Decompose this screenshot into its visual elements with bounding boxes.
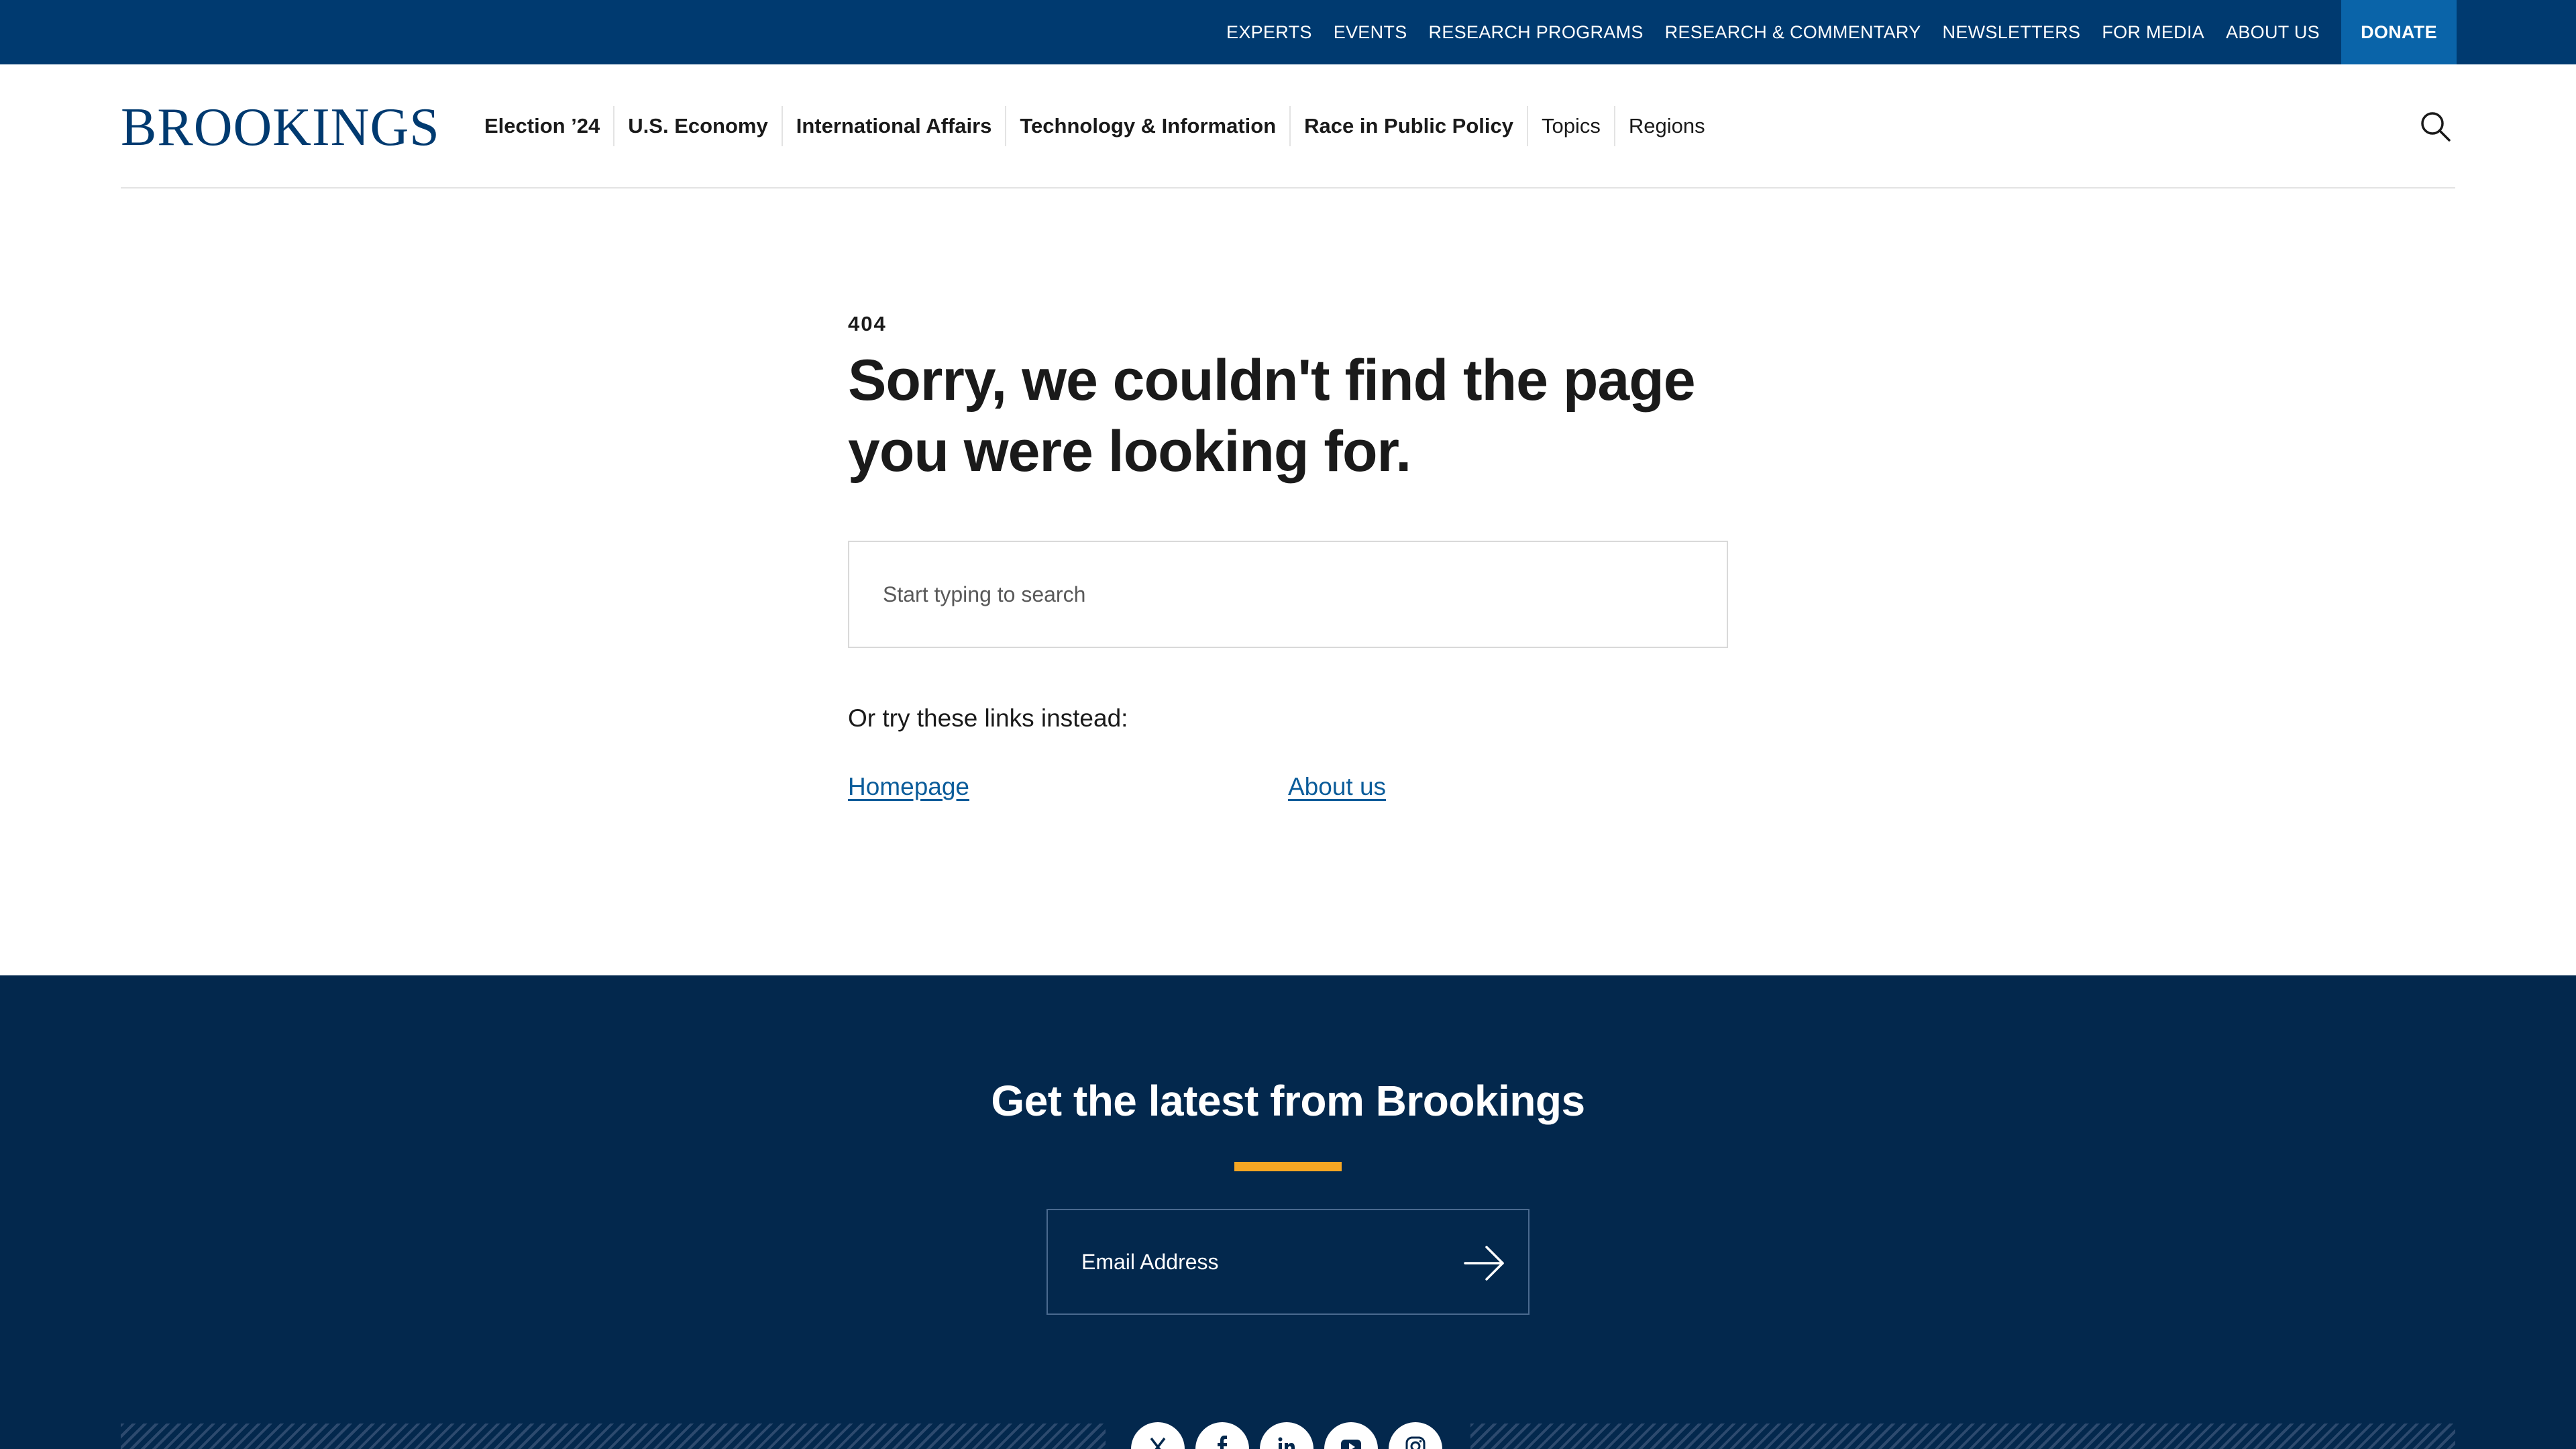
utility-link-events[interactable]: EVENTS bbox=[1334, 22, 1407, 43]
nav-item-topics[interactable]: Topics bbox=[1527, 106, 1614, 146]
nav-item-race-in-public-policy[interactable]: Race in Public Policy bbox=[1289, 106, 1527, 146]
search-field[interactable] bbox=[848, 541, 1728, 648]
donate-button[interactable]: DONATE bbox=[2341, 0, 2457, 64]
instagram-icon bbox=[1405, 1436, 1426, 1449]
accent-divider bbox=[1234, 1162, 1342, 1171]
about-us-link[interactable]: About us bbox=[1288, 773, 1386, 801]
social-linkedin-button[interactable] bbox=[1260, 1422, 1313, 1449]
nav-item-election[interactable]: Election ’24 bbox=[471, 106, 613, 146]
main-header: BROOKINGS Election ’24 U.S. Economy Inte… bbox=[121, 64, 2455, 189]
email-input[interactable] bbox=[1081, 1249, 1417, 1275]
utility-link-about-us[interactable]: ABOUT US bbox=[2226, 22, 2320, 43]
primary-nav: Election ’24 U.S. Economy International … bbox=[471, 105, 1719, 148]
facebook-icon bbox=[1218, 1436, 1227, 1449]
search-icon bbox=[2421, 112, 2451, 142]
utility-link-research-programs[interactable]: RESEARCH PROGRAMS bbox=[1429, 22, 1644, 43]
page-title: Sorry, we couldn't find the page you wer… bbox=[848, 348, 1696, 484]
x-icon bbox=[1150, 1437, 1166, 1449]
utility-link-research-commentary[interactable]: RESEARCH & COMMENTARY bbox=[1665, 22, 1921, 43]
social-instagram-button[interactable] bbox=[1389, 1422, 1442, 1449]
youtube-icon bbox=[1341, 1440, 1361, 1449]
search-input[interactable] bbox=[883, 582, 1727, 607]
decorative-stripes-left bbox=[121, 1424, 1106, 1449]
header-search-button[interactable] bbox=[2415, 105, 2455, 148]
brookings-logo[interactable]: BROOKINGS bbox=[121, 98, 440, 157]
linkedin-icon bbox=[1278, 1437, 1295, 1449]
social-x-button[interactable] bbox=[1131, 1422, 1185, 1449]
utility-link-for-media[interactable]: FOR MEDIA bbox=[2102, 22, 2204, 43]
social-facebook-button[interactable] bbox=[1195, 1422, 1249, 1449]
alternative-links: Homepage About us bbox=[848, 773, 1728, 801]
newsletter-title: Get the latest from Brookings bbox=[991, 1077, 1585, 1125]
error-content: 404 Sorry, we couldn't find the page you… bbox=[848, 309, 1728, 801]
utility-nav: EXPERTS EVENTS RESEARCH PROGRAMS RESEARC… bbox=[1205, 0, 2457, 64]
error-code: 404 bbox=[848, 312, 887, 335]
email-submit-button[interactable] bbox=[1461, 1240, 1508, 1287]
nav-item-us-economy[interactable]: U.S. Economy bbox=[613, 106, 781, 146]
decorative-stripes-right bbox=[1470, 1424, 2455, 1449]
email-signup-field[interactable] bbox=[1046, 1209, 1529, 1315]
nav-item-regions[interactable]: Regions bbox=[1613, 106, 1719, 146]
footer: Get the latest from Brookings bbox=[0, 975, 2576, 1449]
utility-link-newsletters[interactable]: NEWSLETTERS bbox=[1943, 22, 2081, 43]
utility-bar: EXPERTS EVENTS RESEARCH PROGRAMS RESEARC… bbox=[0, 0, 2576, 64]
utility-link-experts[interactable]: EXPERTS bbox=[1226, 22, 1312, 43]
social-youtube-button[interactable] bbox=[1324, 1422, 1378, 1449]
homepage-link[interactable]: Homepage bbox=[848, 773, 1288, 801]
social-links bbox=[1131, 1422, 1453, 1449]
arrow-right-icon bbox=[1464, 1246, 1504, 1281]
alternative-links-label: Or try these links instead: bbox=[848, 704, 1128, 732]
nav-item-international-affairs[interactable]: International Affairs bbox=[781, 106, 1006, 146]
nav-item-technology-information[interactable]: Technology & Information bbox=[1005, 106, 1289, 146]
